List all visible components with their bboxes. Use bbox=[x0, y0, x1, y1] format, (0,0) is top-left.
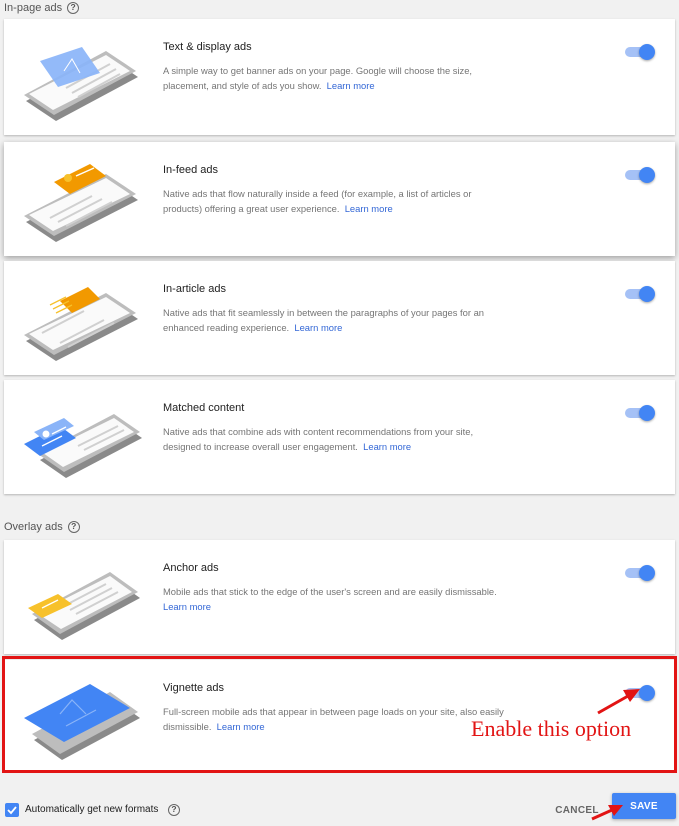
anchor-phone-illustration bbox=[28, 572, 140, 640]
help-icon[interactable]: ? bbox=[168, 804, 180, 816]
article-phone-illustration bbox=[24, 287, 138, 361]
card-in-feed-ads: In-feed ads Native ads that flow natural… bbox=[4, 142, 675, 256]
description-text: Full-screen mobile ads that appear in be… bbox=[163, 706, 504, 732]
card-description: Native ads that fit seamlessly in betwee… bbox=[163, 306, 508, 335]
vignette-phone-illustration bbox=[24, 684, 140, 760]
card-description: Mobile ads that stick to the edge of the… bbox=[163, 585, 508, 614]
footer-bar: Automatically get new formats ? CANCEL S… bbox=[0, 790, 679, 826]
card-text-display-ads: Text & display ads A simple way to get b… bbox=[4, 19, 675, 135]
card-title: Vignette ads bbox=[163, 682, 224, 694]
in-article-ads-toggle[interactable] bbox=[625, 286, 655, 302]
toggle-thumb bbox=[639, 685, 655, 701]
description-text: Mobile ads that stick to the edge of the… bbox=[163, 586, 497, 597]
card-title: Matched content bbox=[163, 402, 245, 414]
learn-more-link[interactable]: Learn more bbox=[163, 601, 211, 612]
card-title: Anchor ads bbox=[163, 562, 219, 574]
card-matched-content: Matched content Native ads that combine … bbox=[4, 380, 675, 494]
annotation-text: Enable this option bbox=[471, 716, 632, 741]
checkbox-checked-icon bbox=[7, 806, 17, 815]
card-in-article-ads: In-article ads Native ads that fit seaml… bbox=[4, 261, 675, 375]
save-button[interactable]: SAVE bbox=[612, 793, 676, 819]
matched-content-toggle[interactable] bbox=[625, 405, 655, 421]
section-label-text: Overlay ads bbox=[4, 521, 63, 533]
overlay-ads-heading: Overlay ads ? bbox=[4, 521, 80, 533]
learn-more-link[interactable]: Learn more bbox=[345, 203, 393, 214]
card-title: Text & display ads bbox=[163, 41, 252, 53]
cancel-button[interactable]: CANCEL bbox=[551, 798, 603, 822]
banner-phone-illustration bbox=[24, 47, 138, 121]
help-icon[interactable]: ? bbox=[67, 521, 80, 533]
auto-formats-checkbox[interactable] bbox=[5, 803, 19, 817]
toggle-thumb bbox=[639, 44, 655, 60]
description-text: Native ads that flow naturally inside a … bbox=[163, 188, 472, 214]
learn-more-link[interactable]: Learn more bbox=[294, 322, 342, 333]
learn-more-link[interactable]: Learn more bbox=[217, 721, 265, 732]
card-description: Native ads that flow naturally inside a … bbox=[163, 187, 508, 216]
in-page-ads-heading: In-page ads ? bbox=[4, 2, 80, 14]
card-description: A simple way to get banner ads on your p… bbox=[163, 64, 508, 93]
vignette-ads-toggle[interactable] bbox=[625, 685, 655, 701]
toggle-thumb bbox=[639, 565, 655, 581]
description-text: Native ads that combine ads with content… bbox=[163, 426, 474, 452]
learn-more-link[interactable]: Learn more bbox=[327, 80, 375, 91]
card-anchor-ads: Anchor ads Mobile ads that stick to the … bbox=[4, 540, 675, 654]
matched-content-phone-illustration bbox=[24, 414, 142, 478]
card-title: In-article ads bbox=[163, 283, 226, 295]
anchor-ads-toggle[interactable] bbox=[625, 565, 655, 581]
card-description: Native ads that combine ads with content… bbox=[163, 425, 508, 454]
description-text: A simple way to get banner ads on your p… bbox=[163, 65, 473, 91]
help-icon[interactable]: ? bbox=[67, 2, 80, 14]
auto-formats-label: Automatically get new formats bbox=[25, 804, 159, 815]
learn-more-link[interactable]: Learn more bbox=[363, 441, 411, 452]
toggle-thumb bbox=[639, 167, 655, 183]
toggle-thumb bbox=[639, 286, 655, 302]
card-title: In-feed ads bbox=[163, 164, 219, 176]
card-description: Full-screen mobile ads that appear in be… bbox=[163, 705, 508, 734]
text-display-ads-toggle[interactable] bbox=[625, 44, 655, 60]
feed-phone-illustration bbox=[24, 164, 138, 242]
toggle-thumb bbox=[639, 405, 655, 421]
section-label-text: In-page ads bbox=[4, 2, 63, 14]
card-vignette-ads: Vignette ads Full-screen mobile ads that… bbox=[4, 660, 675, 770]
in-feed-ads-toggle[interactable] bbox=[625, 167, 655, 183]
